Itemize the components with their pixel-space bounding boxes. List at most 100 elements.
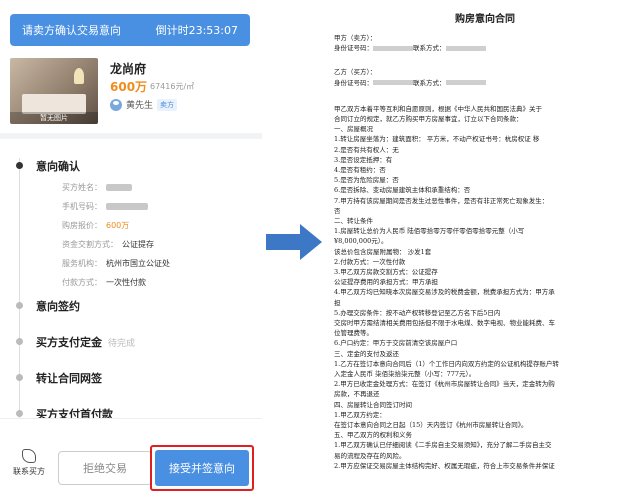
timeline-step[interactable]: 买方支付定金 待完成	[36, 334, 135, 350]
contract-line: 担	[334, 299, 341, 307]
contract-text: 四、房屋转让合同签订时间	[334, 400, 412, 409]
listing-name: 龙尚府	[110, 62, 147, 76]
contract-line: 7.甲方持有该房屋期间是否发生过恶性事件，是否有非正常死亡现象发生：	[334, 197, 548, 205]
redacted-value	[106, 203, 148, 210]
contract-text: 五、甲乙双方的权利和义务	[334, 431, 412, 440]
contract-line: 交房时甲方需结清相关费用包括但不限于水电煤、数字电视、物业能耗费、车	[334, 319, 555, 327]
listing-card[interactable]: 暂无图片 龙尚府 600万 67416元/㎡ 黄先生 卖方	[10, 58, 250, 126]
agent-row: 黄先生 卖方	[110, 98, 178, 111]
accept-highlight-box: 接受并签意向	[150, 445, 254, 491]
contract-line: 1.转让房屋坐落为：建筑面积： 平方米，不动产权证书号：杭房权证 移	[334, 135, 539, 143]
contract-text: 甲乙双方本着平等互利和自愿原则，根据《中华人民共和国民法典》关于	[334, 104, 542, 113]
avatar-icon	[110, 98, 122, 111]
contract-line: ¥8,000,000元）。	[334, 237, 387, 245]
reject-button[interactable]: 拒绝交易	[58, 451, 152, 485]
contact-buyer-button[interactable]: 联系买方	[6, 449, 52, 477]
contract-text: 交房时甲方需结清相关费用包括但不限于水电煤、数字电视、物业能耗费、车	[334, 319, 555, 327]
detail-label: 购房报价：	[62, 221, 102, 230]
action-bar: 联系买方 拒绝交易 接受并签意向	[0, 418, 262, 492]
contract-line: 三、定金的支付及返还	[334, 350, 399, 358]
timeline-step[interactable]: 意向确认	[36, 158, 80, 174]
contract-line: 1.甲乙双方约定：	[334, 411, 386, 419]
timeline-step[interactable]: 意向签约	[36, 298, 80, 314]
contract-text: 三、定金的支付及返还	[334, 349, 399, 358]
contract-text: 担	[334, 298, 341, 307]
contract-text: 2.甲方应保证交易房屋主体结构完好、权属无瑕疵，符合上市交易条件并保证	[334, 461, 555, 470]
contract-line: 入定金人民币 柒佰柒拾柒元整（小写：777元）。	[334, 370, 475, 378]
contract-line: 乙方（买方）：	[334, 68, 376, 76]
thumbnail-caption: 暂无图片	[10, 112, 98, 124]
contract-text: 6.户口约定：甲方于交房前清空该房屋户口	[334, 339, 458, 348]
contract-text: 6.是否拆除、变动房屋建筑主体和承重结构：否	[334, 186, 471, 195]
unit-price: 67416元/㎡	[150, 82, 195, 91]
detail-label: 服务机构：	[62, 259, 102, 268]
contract-line: 4.甲乙双方均已知晓本次房屋交易涉及的税费金额，税费承担方式为：甲方承	[334, 288, 555, 296]
contract-line: 甲乙双方本着平等互利和自愿原则，根据《中华人民共和国民法典》关于	[334, 105, 542, 113]
contract-line: 6.是否拆除、变动房屋建筑主体和承重结构：否	[334, 186, 470, 194]
contract-line: 身份证号码： 联系方式：	[334, 44, 486, 52]
contract-text: 1.甲乙双方约定：	[334, 410, 386, 419]
arrow-right-icon	[266, 224, 322, 260]
detail-row: 手机号码：	[62, 201, 148, 212]
timeline-dot	[16, 374, 23, 381]
contract-text: 3.是否设定抵押：有	[334, 155, 393, 164]
detail-row: 购房报价： 600万	[62, 220, 129, 231]
listing-price: 600万	[110, 80, 148, 94]
detail-value: 杭州市国立公证处	[106, 259, 170, 268]
contract-line: 2.付款方式：一次性付款	[334, 258, 405, 266]
contract-text: 身份证号码：	[334, 78, 373, 87]
redacted-value	[373, 80, 413, 86]
contract-text: 二、转让条件	[334, 217, 373, 225]
redacted-value	[445, 45, 486, 51]
accept-button[interactable]: 接受并签意向	[155, 450, 249, 486]
contract-line: 4.是否有租约：否	[334, 166, 386, 174]
contract-line: 公证提存费用的承担方式：甲方承担	[334, 278, 438, 286]
contract-line: 一、房屋概况	[334, 125, 373, 133]
timeline-step[interactable]: 转让合同网签	[36, 370, 102, 386]
timeline-dot	[16, 410, 23, 417]
contract-line: 五、甲乙双方的权利和义务	[334, 431, 412, 439]
detail-value: 600万	[106, 221, 130, 230]
contract-line: 四、房屋转让合同签订时间	[334, 401, 412, 409]
agent-name: 黄先生	[126, 101, 154, 111]
contract-text: 1.房屋转让总价为人民币 陆佰零拾零万零仟零佰零拾零元整（小写	[334, 227, 525, 236]
status-banner: 请卖方确认交易意向 倒计时23:53:07	[10, 14, 250, 46]
contract-line: 3.甲乙双方房款交割方式：公证提存	[334, 268, 438, 276]
contract-text: 位管理费等。	[334, 329, 373, 338]
contract-text: 3.甲乙双方房款交割方式：公证提存	[334, 268, 438, 276]
contract-line: 位管理费等。	[334, 329, 373, 337]
step-title: 意向签约	[36, 300, 80, 313]
contract-line: 1.乙方在签订本意向合同后（1）个工作日内向双方约定的公证机构提存账户转	[334, 360, 559, 368]
contract-text: 2.付款方式：一次性付款	[334, 257, 406, 266]
contract-line: 合同订立的规定，就乙方购买甲方房屋事宜，订立以下合同条款：	[334, 115, 523, 123]
redacted-value	[445, 80, 486, 86]
contract-text: 一、房屋概况	[334, 125, 373, 134]
detail-label: 付款方式：	[62, 278, 102, 287]
contract-line: 3.是否设定抵押：有	[334, 156, 392, 164]
contract-text: 5.办理交房条件：按不动产权转移登记至乙方名下后5日内	[334, 308, 501, 317]
contract-text: 房款，不再退还	[334, 390, 380, 399]
contract-line: 2.甲方应保证交易房屋主体结构完好、权属无瑕疵，符合上市交易条件并保证	[334, 462, 555, 470]
contract-text: 2.是否有共有权人：无	[334, 145, 399, 154]
contract-text: 合同订立的规定，就乙方购买甲方房屋事宜，订立以下合同条款：	[334, 115, 523, 123]
redacted-value	[106, 184, 132, 191]
contract-line: 否	[334, 207, 341, 215]
contract-text: 公证提存费用的承担方式：甲方承担	[334, 278, 438, 287]
contract-line: 5.办理交房条件：按不动产权转移登记至乙方名下后5日内	[334, 309, 500, 317]
contract-text: 否	[334, 206, 341, 215]
contract-line: 2.甲方已收定金处理方式：在签订《杭州市房屋转让合同》当天，定金转为购	[334, 380, 555, 388]
contract-text: 入定金人民币 柒佰柒拾柒元整（小写：777元）。	[334, 370, 476, 378]
lamp-icon	[74, 68, 84, 84]
timeline-dot	[16, 162, 23, 169]
contract-text: 该总价包含房屋附属物： 沙发1套	[334, 247, 432, 256]
contract-text: 5.是否为危险房屋：否	[334, 176, 399, 185]
contract-text: 联系方式：	[413, 78, 446, 87]
contract-text: 甲方（卖方）：	[334, 34, 377, 42]
detail-row: 付款方式： 一次性付款	[62, 277, 146, 288]
contract-line: 房款，不再退还	[334, 390, 380, 398]
contract-text: 4.是否有租约：否	[334, 166, 386, 174]
contract-text: 在签订本意向合同之日起（15）天内签订《杭州市房屋转让合同》。	[334, 421, 528, 429]
detail-label: 手机号码：	[62, 202, 102, 211]
contract-line: 二、转让条件	[334, 217, 373, 225]
step-title: 买方支付定金	[36, 336, 102, 349]
